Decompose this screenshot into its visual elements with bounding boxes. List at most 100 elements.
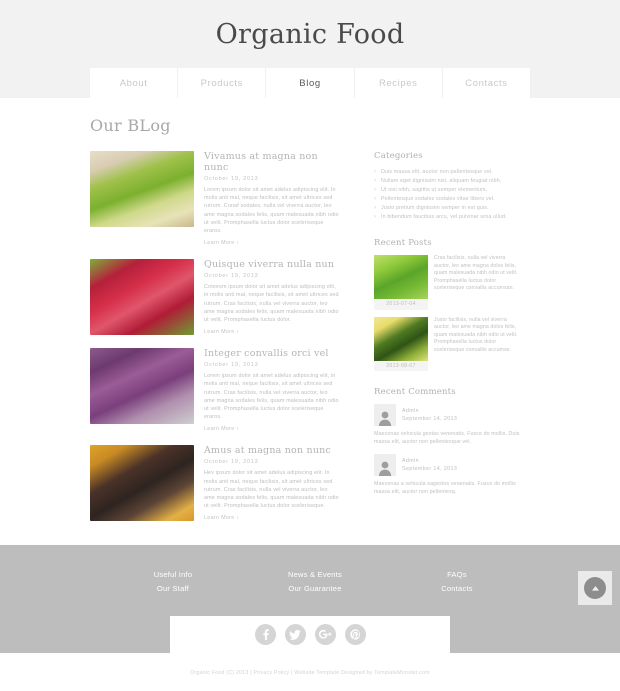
- read-more-label: Learn More: [204, 515, 235, 522]
- category-item[interactable]: Duis massa elit, auctor non pellentesque…: [374, 168, 520, 177]
- content-columns: Vivamus at magna non nunc October 19, 201…: [90, 151, 530, 534]
- read-more-link[interactable]: Learn More ›: [204, 515, 340, 521]
- nav-item-contacts[interactable]: Contacts: [443, 68, 530, 98]
- comment-header: Admin September 14, 2013: [374, 404, 520, 426]
- user-avatar-icon: [378, 411, 392, 426]
- post-title[interactable]: Quisque viverra nulla nun: [204, 259, 340, 270]
- nav-item-recipes[interactable]: Recipes: [355, 68, 443, 98]
- footer-link-columns: Useful Info Our Staff News & Events Our Gua…: [0, 568, 620, 596]
- post-title[interactable]: Amus at magna non nunc: [204, 445, 340, 456]
- category-item[interactable]: Ut nisi nibh, sagittis ut semper element…: [374, 186, 520, 195]
- post-body: Quisque viverra nulla nun October 19, 201…: [204, 259, 340, 335]
- recent-post-date: 2013-08-07: [374, 360, 428, 371]
- recent-comments-title: Recent Comments: [374, 387, 456, 397]
- recent-post-item: 2013-07-04 Cras facilisis, nulla vel vive…: [374, 255, 520, 310]
- post-title[interactable]: Vivamus at magna non nunc: [204, 151, 340, 173]
- main-content: Our BLog Vivamus at magna non nunc Octobe…: [0, 98, 620, 545]
- nav-item-about[interactable]: About: [90, 68, 179, 98]
- post-excerpt: Hev ipsum dolor sit amet adelus adipisci…: [204, 470, 339, 510]
- comment-date: September 14, 2013: [402, 416, 458, 422]
- footer-link-news-events[interactable]: News & Events: [277, 568, 353, 582]
- categories-widget: Categories Duis massa elit, auctor non p…: [374, 151, 520, 222]
- footer-column: Useful Info Our Staff: [135, 568, 211, 596]
- footer-link-contacts[interactable]: Contacts: [419, 582, 495, 596]
- nav-bar-wrapper: About Products Blog Recipes Contacts: [0, 68, 620, 98]
- post-title[interactable]: Integer convallis orci vel: [204, 348, 340, 359]
- post-body: Vivamus at magna non nunc October 19, 201…: [204, 151, 340, 246]
- chevron-right-icon: ›: [236, 426, 239, 433]
- post-date: October 19, 2013: [204, 459, 259, 466]
- recent-posts-widget: Recent Posts 2013-07-04 Cras facilisis, n…: [374, 238, 520, 371]
- site-header: Organic Food: [0, 0, 620, 68]
- post-excerpt: Coteesm ipsum dolor sit amet adelus adip…: [204, 284, 339, 324]
- pinterest-icon[interactable]: [344, 624, 366, 645]
- post-thumbnail-apples[interactable]: [90, 151, 194, 227]
- post-date: October 19, 2013: [204, 362, 259, 369]
- category-item[interactable]: Nullam eget dignissim nisi, aliquam feug…: [374, 177, 520, 186]
- post-excerpt: Lorem ipsum dolor sit amet adelus adipis…: [204, 187, 339, 235]
- recent-post-thumb-wrap: 2013-08-07: [374, 316, 428, 371]
- post-date: October 19, 2013: [204, 176, 259, 182]
- recent-posts-list: 2013-07-04 Cras facilisis, nulla vel vive…: [374, 255, 520, 371]
- footer-link-faqs[interactable]: FAQs: [419, 568, 495, 582]
- read-more-link[interactable]: Learn More ›: [204, 426, 340, 432]
- blog-post-list: Vivamus at magna non nunc October 19, 201…: [90, 151, 340, 534]
- copyright-bar: Organic Food (C) 2013 | Privacy Policy |…: [0, 653, 620, 691]
- recent-post-thumb-wrap: 2013-07-04: [374, 255, 428, 310]
- post-body: Amus at magna non nunc October 19, 2013 He…: [204, 445, 340, 521]
- comment-item: Admin September 14, 2013 Maecenas vehicula…: [374, 404, 520, 446]
- comment-item: Admin September 14, 2013 Maecenas a vehicu…: [374, 454, 520, 496]
- recent-post-thumbnail-seedling[interactable]: [374, 255, 428, 299]
- google-plus-icon[interactable]: [314, 624, 336, 645]
- sidebar: Categories Duis massa elit, auctor non p…: [374, 151, 520, 534]
- recent-comments-list: Admin September 14, 2013 Maecenas vehicula…: [374, 404, 520, 496]
- category-item[interactable]: Justo pretium dignissim semper in est qu…: [374, 204, 520, 213]
- categories-title: Categories: [374, 151, 423, 161]
- blog-heading: Our BLog: [90, 116, 171, 135]
- recent-post-date: 2013-07-04: [374, 299, 428, 310]
- scroll-to-top-button[interactable]: [584, 577, 606, 599]
- comment-meta: Admin September 14, 2013: [402, 457, 457, 474]
- chevron-right-icon: ›: [236, 515, 239, 522]
- footer-link-our-guarantee[interactable]: Our Guarantee: [277, 582, 353, 596]
- blog-post: Integer convallis orci vel October 19, 20…: [90, 348, 340, 432]
- avatar: [374, 404, 396, 426]
- post-thumbnail-onions[interactable]: [90, 348, 194, 425]
- nav-item-products[interactable]: Products: [178, 68, 267, 98]
- recent-post-excerpt: Justo facilisis, nulla vel viverra aucto…: [434, 316, 518, 353]
- chevron-right-icon: ›: [236, 240, 239, 247]
- comment-author: Admin: [402, 407, 420, 414]
- recent-posts-title: Recent Posts: [374, 238, 432, 248]
- user-avatar-icon: [378, 461, 392, 476]
- post-date: October 19, 2013: [204, 273, 259, 280]
- chevron-right-icon: ›: [236, 329, 239, 336]
- social-icon-list: [0, 624, 620, 645]
- comment-text: Maecenas vehicula gestas venenatis. Fusc…: [374, 431, 520, 445]
- footer-link-useful-info[interactable]: Useful Info: [135, 568, 211, 582]
- footer-link-our-staff[interactable]: Our Staff: [135, 582, 211, 596]
- read-more-link[interactable]: Learn More ›: [204, 240, 340, 246]
- blog-post: Vivamus at magna non nunc October 19, 201…: [90, 151, 340, 246]
- avatar: [374, 454, 396, 476]
- recent-comments-widget: Recent Comments Admin September 14, 2013 M…: [374, 387, 520, 496]
- nav-item-blog[interactable]: Blog: [266, 68, 355, 98]
- twitter-icon[interactable]: [284, 624, 306, 645]
- post-excerpt: Lorem ipsum dolor sit amet adelus adipis…: [204, 373, 339, 421]
- post-thumbnail-grapes[interactable]: [90, 445, 194, 522]
- read-more-link[interactable]: Learn More ›: [204, 329, 340, 335]
- main-navigation: About Products Blog Recipes Contacts: [90, 68, 530, 98]
- read-more-label: Learn More: [204, 329, 235, 336]
- comment-meta: Admin September 14, 2013: [402, 407, 457, 424]
- blog-post: Quisque viverra nulla nun October 19, 201…: [90, 259, 340, 335]
- recent-post-excerpt: Cras facilisis, nulla vel viverra auctor…: [434, 255, 518, 292]
- recent-post-thumbnail-butterfly[interactable]: [374, 316, 428, 361]
- facebook-icon[interactable]: [254, 624, 276, 645]
- category-item[interactable]: Pellentesque sodales sodales vitae liber…: [374, 195, 520, 204]
- read-more-label: Learn More: [204, 240, 235, 247]
- category-item[interactable]: In bibendum faucibus arcu, vel pulvinar …: [374, 213, 520, 222]
- footer-column: News & Events Our Guarantee: [277, 568, 353, 596]
- social-bar: [0, 616, 620, 653]
- read-more-label: Learn More: [204, 426, 235, 433]
- post-thumbnail-radishes[interactable]: [90, 259, 194, 336]
- footer-column: FAQs Contacts: [419, 568, 495, 596]
